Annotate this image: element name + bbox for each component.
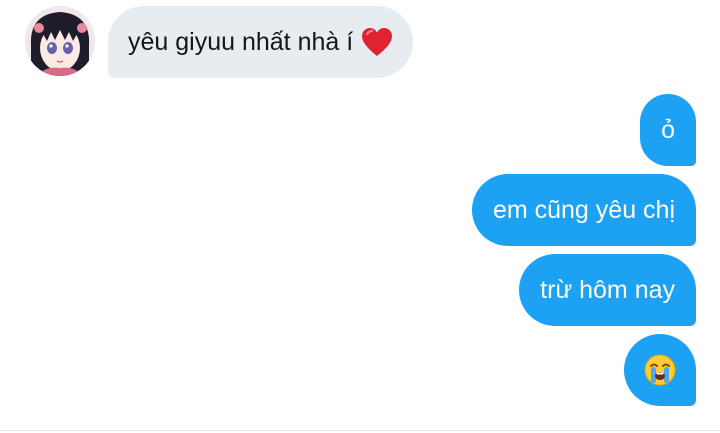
- sent-emoji-message-bubble[interactable]: [624, 334, 696, 406]
- sent-message-text: ỏ: [661, 115, 675, 144]
- sent-message-bubble[interactable]: em cũng yêu chị: [471, 174, 696, 246]
- received-message-text: yêu giyuu nhất nhà í: [128, 27, 354, 56]
- sent-message-bubble[interactable]: trừ hôm nay: [519, 254, 696, 326]
- sent-message-bubble[interactable]: ỏ: [640, 94, 696, 166]
- sent-message-text: em cũng yêu chị: [492, 195, 675, 224]
- loudly-crying-face-icon: [644, 354, 676, 386]
- received-message-bubble[interactable]: yêu giyuu nhất nhà í: [108, 6, 414, 78]
- anime-girl-avatar-icon: [25, 6, 95, 76]
- red-heart-icon: [361, 27, 393, 57]
- bottom-divider: [0, 430, 720, 431]
- sent-message-text: trừ hôm nay: [540, 275, 675, 304]
- contact-avatar[interactable]: [25, 6, 95, 76]
